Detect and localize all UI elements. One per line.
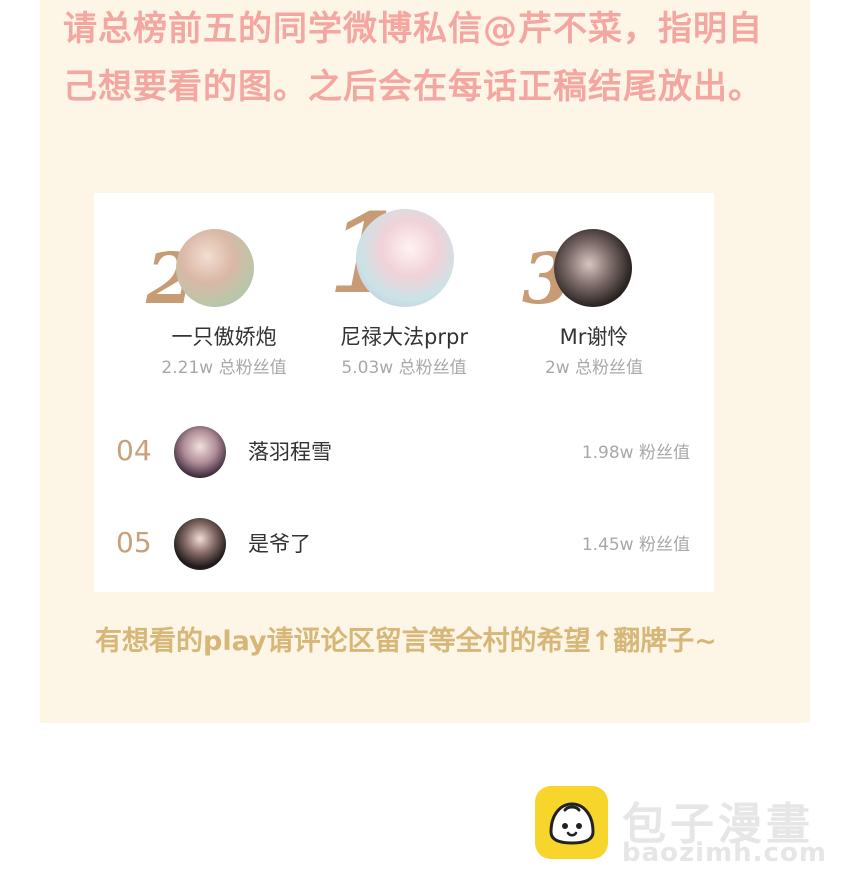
user-name[interactable]: 尼禄大法prpr: [304, 321, 504, 351]
avatar[interactable]: [554, 229, 632, 307]
user-name[interactable]: 一只傲娇炮: [124, 321, 324, 351]
rank-row-5[interactable]: 05 是爷了 1.45w 粉丝值: [94, 512, 714, 572]
rank-item-2[interactable]: 2 一只傲娇炮 2.21w 总粉丝值: [124, 193, 324, 393]
rank-number: 04: [116, 434, 152, 467]
avatar[interactable]: [356, 209, 454, 307]
avatar[interactable]: [174, 426, 226, 478]
user-name[interactable]: 是爷了: [248, 528, 311, 558]
ranking-card: 2 一只傲娇炮 2.21w 总粉丝值 1 尼禄大法prpr 5.03w 总粉丝值…: [94, 189, 714, 592]
rank-row-4[interactable]: 04 落羽程雪 1.98w 粉丝值: [94, 420, 714, 480]
watermark-url: baozimh.com: [622, 838, 827, 868]
avatar[interactable]: [174, 518, 226, 570]
avatar[interactable]: [176, 229, 254, 307]
intro-text: 请总榜前五的同学微博私信@芹不菜，指明自己想要看的图。之后会在每话正稿结尾放出。: [63, 9, 763, 107]
fan-value: 1.98w 粉丝值: [581, 443, 690, 463]
fan-value: 1.45w 粉丝值: [581, 535, 690, 555]
fan-value: 5.03w 总粉丝值: [341, 358, 467, 378]
footer-text: 有想看的play请评论区留言等全村的希望↑翻牌子~: [95, 626, 717, 657]
fan-value: 2.21w 总粉丝值: [161, 358, 287, 378]
logo-icon: [535, 786, 608, 859]
fan-value: 2w 总粉丝值: [544, 358, 644, 378]
user-name[interactable]: 落羽程雪: [248, 436, 332, 466]
rank-item-1[interactable]: 1 尼禄大法prpr 5.03w 总粉丝值: [304, 189, 504, 393]
user-name[interactable]: Mr谢怜: [494, 321, 694, 351]
rank-number: 05: [116, 526, 152, 559]
rank-item-3[interactable]: 3 Mr谢怜 2w 总粉丝值: [494, 193, 694, 393]
